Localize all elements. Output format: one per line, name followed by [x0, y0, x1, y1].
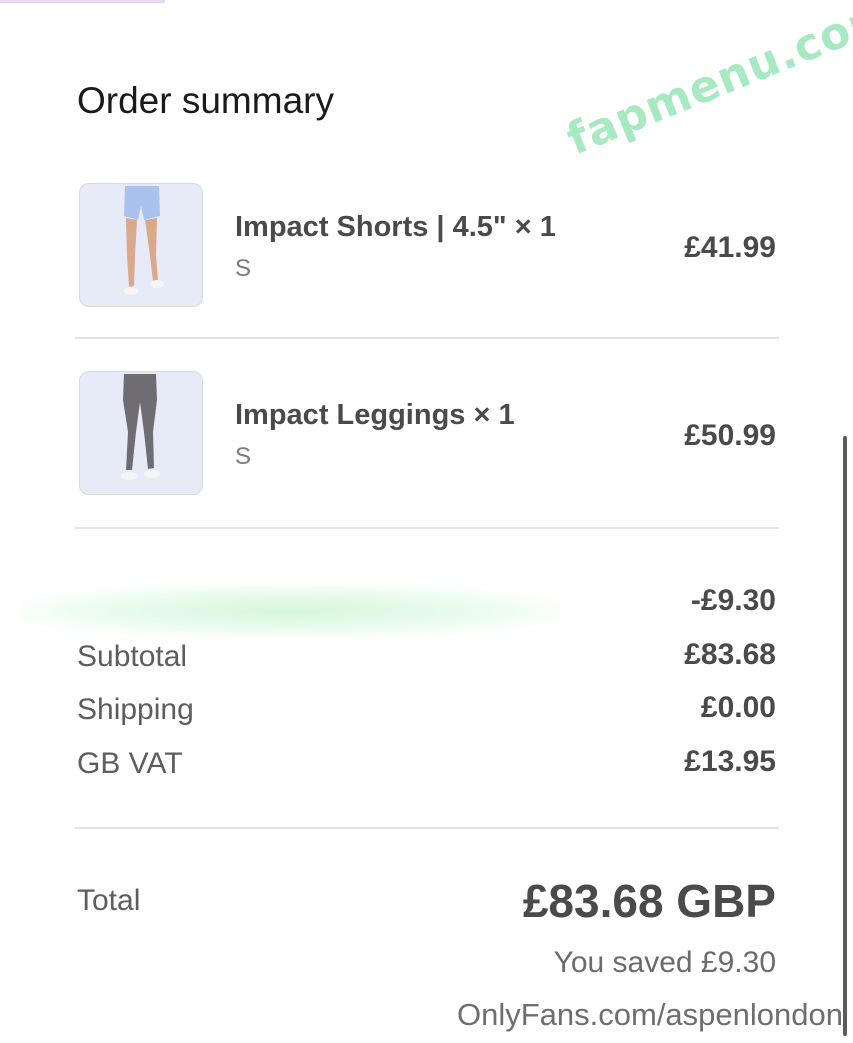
total-value: £83.68 GBP — [522, 875, 776, 927]
page-title: Order summary — [77, 80, 334, 121]
item-price: £41.99 — [684, 231, 776, 264]
leggings-illustration-icon — [80, 372, 202, 494]
item-name: Impact Leggings × 1 — [235, 399, 515, 431]
top-accent-bar — [0, 0, 165, 3]
watermark-fapmenu: fapmenu.com — [560, 0, 853, 166]
shipping-value: £0.00 — [700, 691, 776, 724]
divider — [75, 337, 779, 339]
shorts-product-image[interactable] — [79, 183, 203, 307]
discount-value: -£9.30 — [690, 584, 776, 617]
shipping-label: Shipping — [77, 693, 194, 726]
watermark-onlyfans: OnlyFans.com/aspenlondon — [456, 997, 843, 1032]
subtotal-value: £83.68 — [684, 638, 776, 671]
shorts-illustration-icon — [80, 184, 202, 306]
leggings-product-image[interactable] — [79, 371, 203, 495]
savings-text: You saved £9.30 — [553, 946, 776, 979]
divider — [75, 527, 779, 529]
item-variant: S — [235, 443, 252, 470]
list-item: Impact Shorts | 4.5" × 1 S £41.99 — [77, 183, 778, 307]
divider — [75, 827, 779, 829]
vat-label: GB VAT — [77, 747, 183, 780]
item-name: Impact Shorts | 4.5" × 1 — [235, 211, 556, 243]
total-label: Total — [77, 884, 141, 917]
redaction-smear — [20, 585, 560, 637]
scrollbar[interactable] — [843, 436, 847, 1036]
vat-value: £13.95 — [684, 745, 776, 778]
item-variant: S — [235, 255, 252, 282]
subtotal-label: Subtotal — [77, 640, 188, 673]
list-item: Impact Leggings × 1 S £50.99 — [77, 371, 778, 495]
item-price: £50.99 — [684, 419, 776, 452]
